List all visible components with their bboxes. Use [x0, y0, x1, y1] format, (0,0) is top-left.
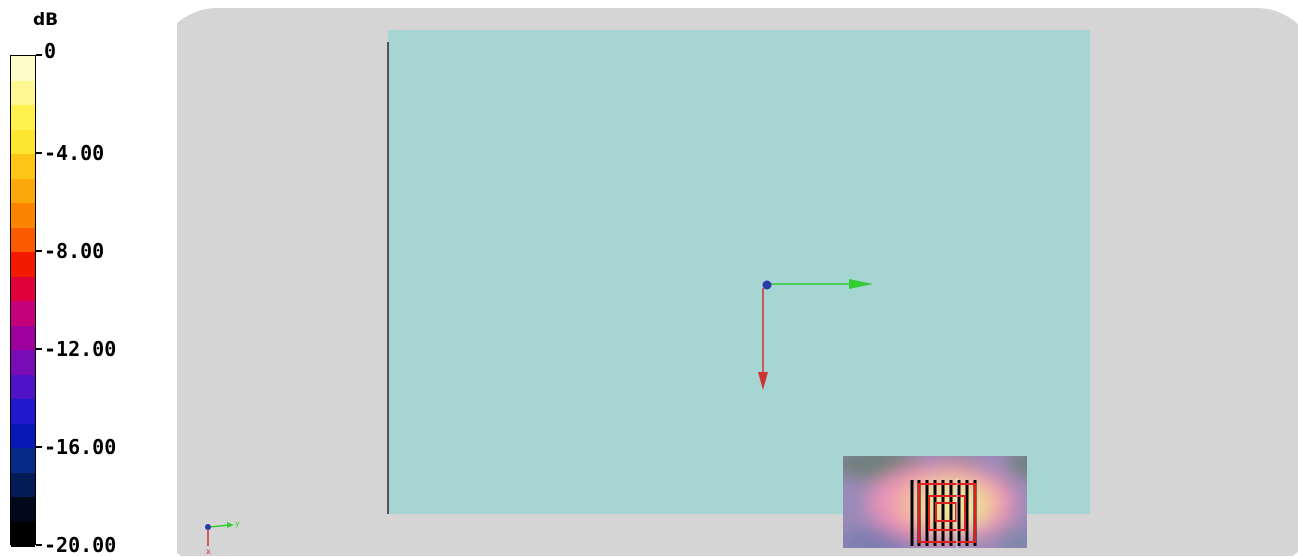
colorbar-segment — [11, 521, 35, 547]
colorbar-segment — [11, 374, 35, 400]
colorbar-segment — [11, 399, 35, 424]
colorbar-segment — [11, 497, 35, 522]
colorbar-segment — [11, 325, 35, 351]
colorbar-segment — [11, 129, 35, 155]
colorbar-segment — [11, 227, 35, 253]
colorbar — [10, 55, 36, 547]
ground-plane — [388, 30, 1090, 514]
triad-x-label: x — [206, 547, 211, 556]
origin-point — [762, 280, 772, 290]
colorbar-segment — [11, 276, 35, 302]
triad-y-label: y — [235, 519, 240, 528]
colorbar-segment — [11, 203, 35, 228]
colorbar-label: -4.00 — [44, 141, 105, 165]
colorbar-segment — [11, 80, 35, 106]
colorbar-segment — [11, 252, 35, 277]
colorbar-segment — [11, 350, 35, 375]
colorbar-legend: dB 0 -4.00 -8.00 -12.00 -16.00 -20.00 — [0, 0, 176, 556]
colorbar-tick — [36, 152, 42, 154]
colorbar-label: -16.00 — [44, 435, 117, 459]
colorbar-segment — [11, 448, 35, 473]
colorbar-label: 0 — [44, 39, 57, 63]
scene-canvas[interactable]: y x — [177, 8, 1298, 556]
colorbar-tick — [36, 544, 42, 546]
colorbar-label: -20.00 — [44, 533, 117, 557]
colorbar-tick — [36, 446, 42, 448]
colorbar-segment — [11, 56, 35, 81]
colorbar-label: -8.00 — [44, 239, 105, 263]
colorbar-label: -12.00 — [44, 337, 117, 361]
colorbar-tick — [36, 54, 42, 56]
colorbar-segment — [11, 105, 35, 130]
colorbar-tick — [36, 348, 42, 350]
colorbar-segment — [11, 472, 35, 498]
colorbar-segment — [11, 154, 35, 179]
colorbar-tick — [36, 250, 42, 252]
colorbar-segment — [11, 178, 35, 204]
colorbar-segment — [11, 423, 35, 449]
legend-unit: dB — [33, 10, 59, 30]
3d-viewport[interactable]: y x — [177, 8, 1298, 556]
colorbar-segment — [11, 301, 35, 326]
